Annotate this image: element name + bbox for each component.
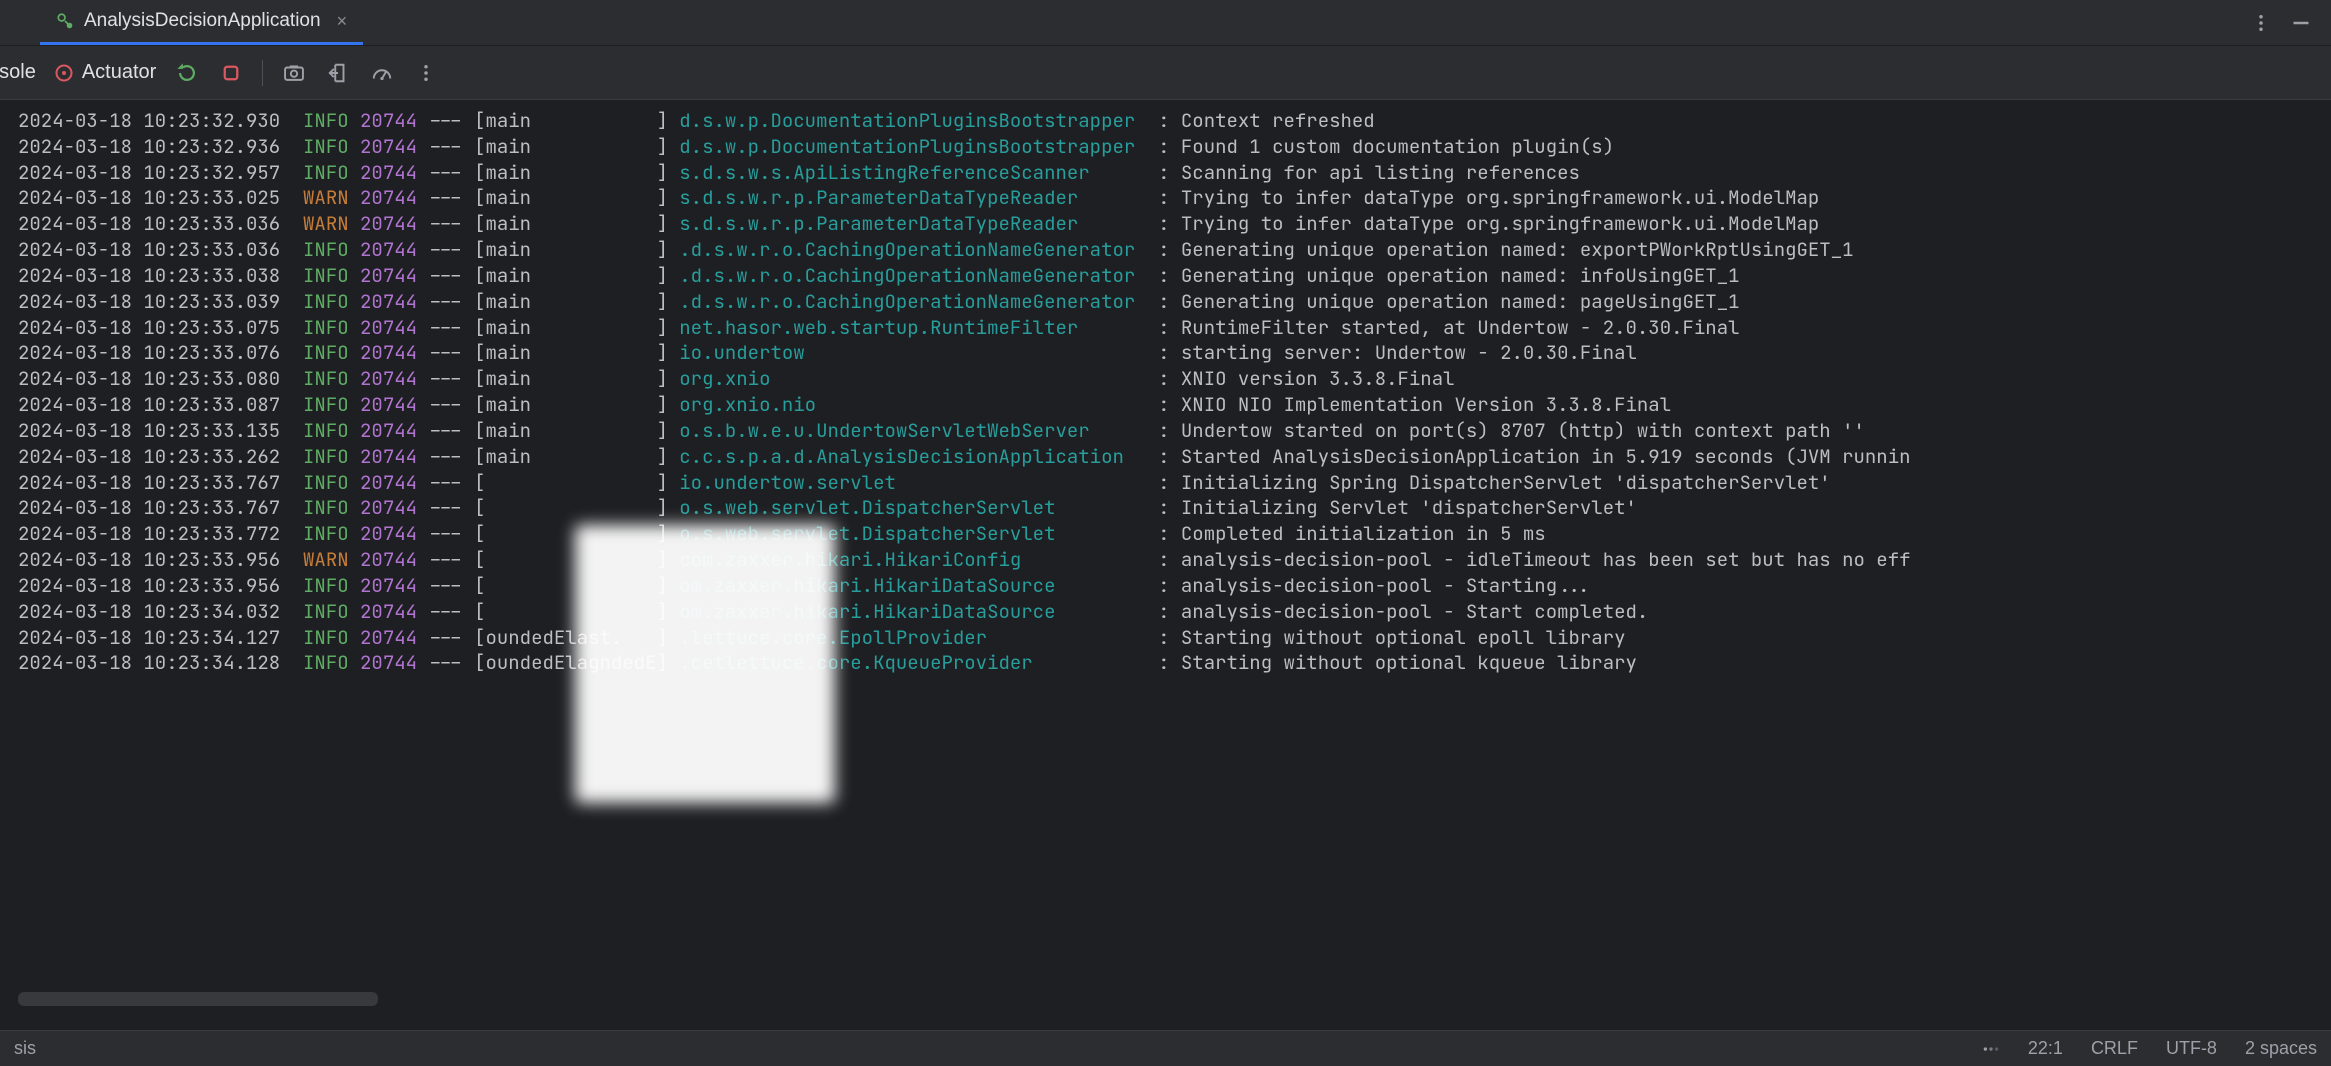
stop-button[interactable] <box>218 60 244 86</box>
status-left: sis <box>14 1038 36 1059</box>
caret-position[interactable]: 22:1 <box>2028 1038 2063 1059</box>
log-line: 2024-03-18 10:23:33.036 WARN 20744 --- [… <box>18 211 2313 237</box>
log-line: 2024-03-18 10:23:33.038 INFO 20744 --- [… <box>18 263 2313 289</box>
console-tab[interactable]: nsole <box>0 61 36 84</box>
rerun-button[interactable] <box>174 60 200 86</box>
run-toolbar: nsole Actuator <box>0 46 2331 100</box>
horizontal-scrollbar[interactable] <box>18 992 378 1006</box>
log-line: 2024-03-18 10:23:33.080 INFO 20744 --- [… <box>18 366 2313 392</box>
close-icon[interactable]: × <box>337 11 348 32</box>
exit-icon[interactable] <box>325 60 351 86</box>
log-line: 2024-03-18 10:23:33.075 INFO 20744 --- [… <box>18 315 2313 341</box>
more-vert-icon[interactable] <box>2251 13 2271 33</box>
redacted-overlay <box>575 525 835 803</box>
loading-icon <box>1982 1040 2000 1058</box>
dashboard-icon[interactable] <box>369 60 395 86</box>
tab-title: AnalysisDecisionApplication <box>84 10 321 32</box>
log-line: 2024-03-18 10:23:33.087 INFO 20744 --- [… <box>18 392 2313 418</box>
log-line: 2024-03-18 10:23:33.076 INFO 20744 --- [… <box>18 340 2313 366</box>
log-line: 2024-03-18 10:23:33.772 INFO 20744 --- [… <box>18 521 2313 547</box>
camera-icon[interactable] <box>281 60 307 86</box>
indent[interactable]: 2 spaces <box>2245 1038 2317 1059</box>
log-line: 2024-03-18 10:23:34.128 INFO 20744 --- [… <box>18 650 2313 676</box>
tab-run-config[interactable]: AnalysisDecisionApplication × <box>40 0 363 45</box>
log-line: 2024-03-18 10:23:33.262 INFO 20744 --- [… <box>18 444 2313 470</box>
console-output[interactable]: 2024-03-18 10:23:32.930 INFO 20744 --- [… <box>0 100 2331 1030</box>
encoding[interactable]: UTF-8 <box>2166 1038 2217 1059</box>
separator <box>262 60 263 86</box>
actuator-tab[interactable]: Actuator <box>54 61 156 84</box>
log-line: 2024-03-18 10:23:33.025 WARN 20744 --- [… <box>18 185 2313 211</box>
status-bar: sis 22:1 CRLF UTF-8 2 spaces <box>0 1030 2331 1066</box>
log-line: 2024-03-18 10:23:33.767 INFO 20744 --- [… <box>18 495 2313 521</box>
line-separator[interactable]: CRLF <box>2091 1038 2138 1059</box>
log-line: 2024-03-18 10:23:33.039 INFO 20744 --- [… <box>18 289 2313 315</box>
run-tabs-bar: AnalysisDecisionApplication × <box>0 0 2331 46</box>
log-line: 2024-03-18 10:23:33.036 INFO 20744 --- [… <box>18 237 2313 263</box>
more-icon[interactable] <box>413 60 439 86</box>
minimize-icon[interactable] <box>2291 13 2311 33</box>
log-line: 2024-03-18 10:23:33.956 WARN 20744 --- [… <box>18 547 2313 573</box>
log-line: 2024-03-18 10:23:32.930 INFO 20744 --- [… <box>18 108 2313 134</box>
log-line: 2024-03-18 10:23:33.956 INFO 20744 --- [… <box>18 573 2313 599</box>
log-line: 2024-03-18 10:23:32.936 INFO 20744 --- [… <box>18 134 2313 160</box>
log-line: 2024-03-18 10:23:33.135 INFO 20744 --- [… <box>18 418 2313 444</box>
log-line: 2024-03-18 10:23:34.032 INFO 20744 --- [… <box>18 599 2313 625</box>
log-line: 2024-03-18 10:23:33.767 INFO 20744 --- [… <box>18 470 2313 496</box>
log-line: 2024-03-18 10:23:34.127 INFO 20744 --- [… <box>18 625 2313 651</box>
run-config-icon <box>56 12 74 30</box>
log-line: 2024-03-18 10:23:32.957 INFO 20744 --- [… <box>18 160 2313 186</box>
actuator-icon <box>54 63 74 83</box>
